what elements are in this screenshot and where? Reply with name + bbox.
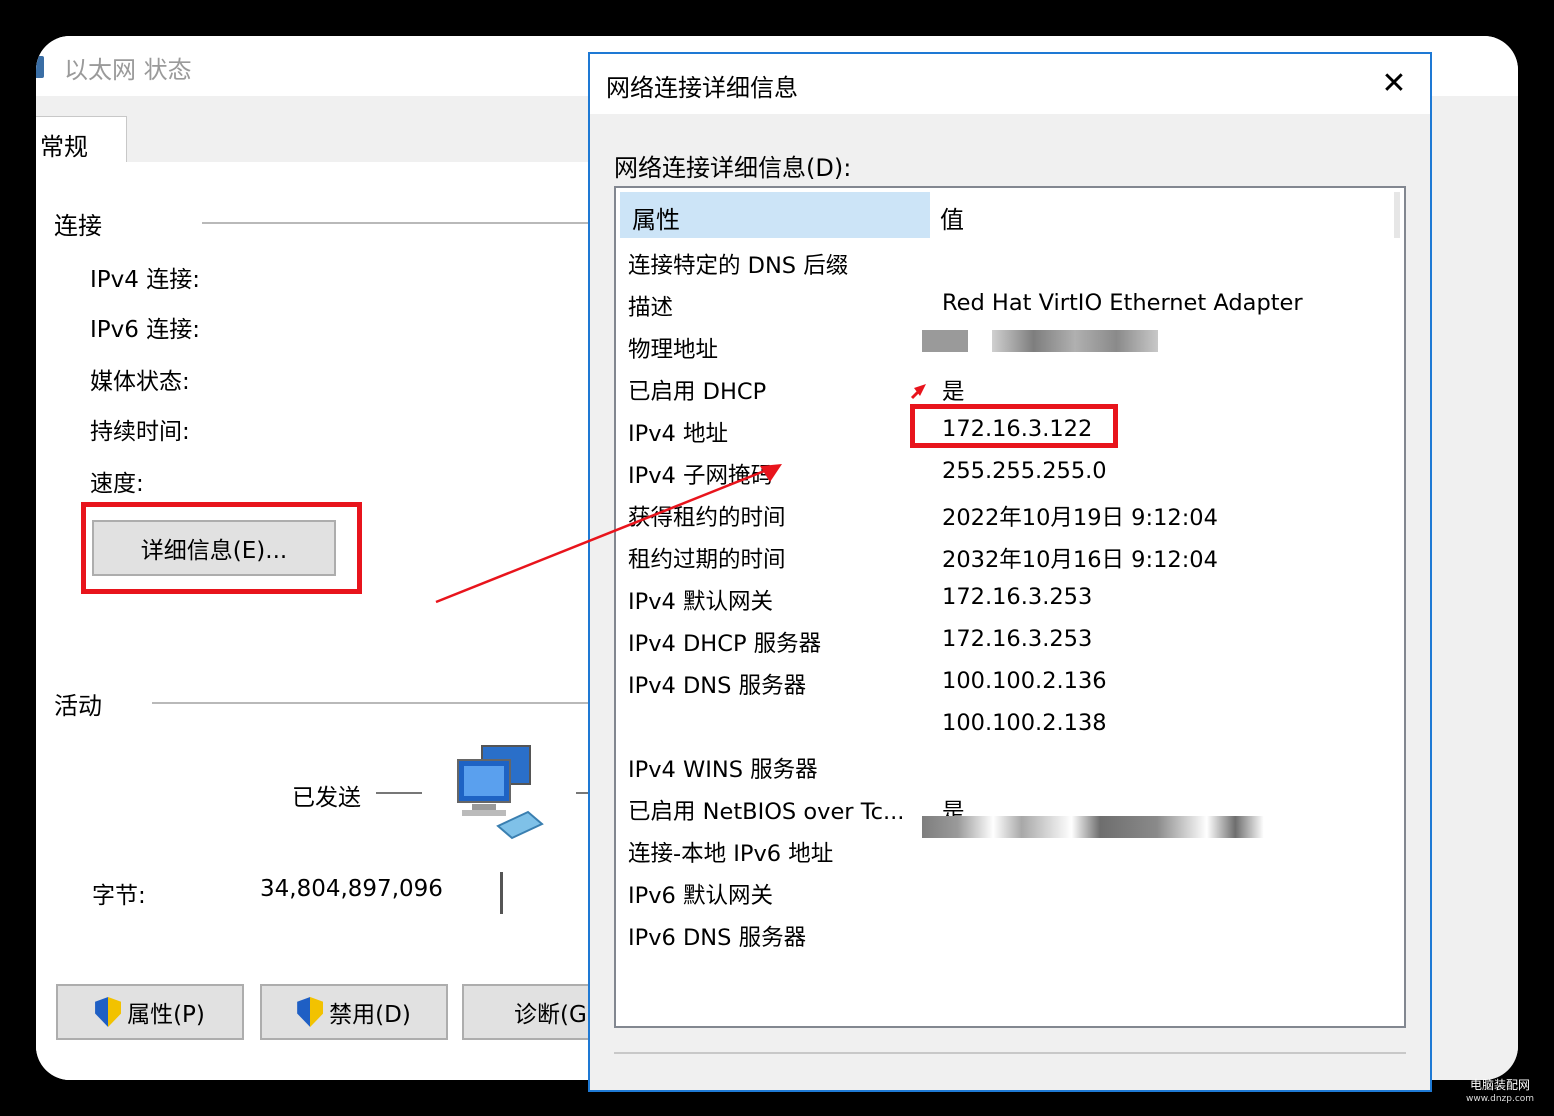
watermark-text: 电脑装配网	[1470, 1078, 1531, 1092]
annotation-arrow	[435, 384, 926, 604]
watermark-url: www.dnzp.com	[1466, 1094, 1535, 1104]
watermark: 电脑装配网 www.dnzp.com	[1466, 1078, 1534, 1106]
